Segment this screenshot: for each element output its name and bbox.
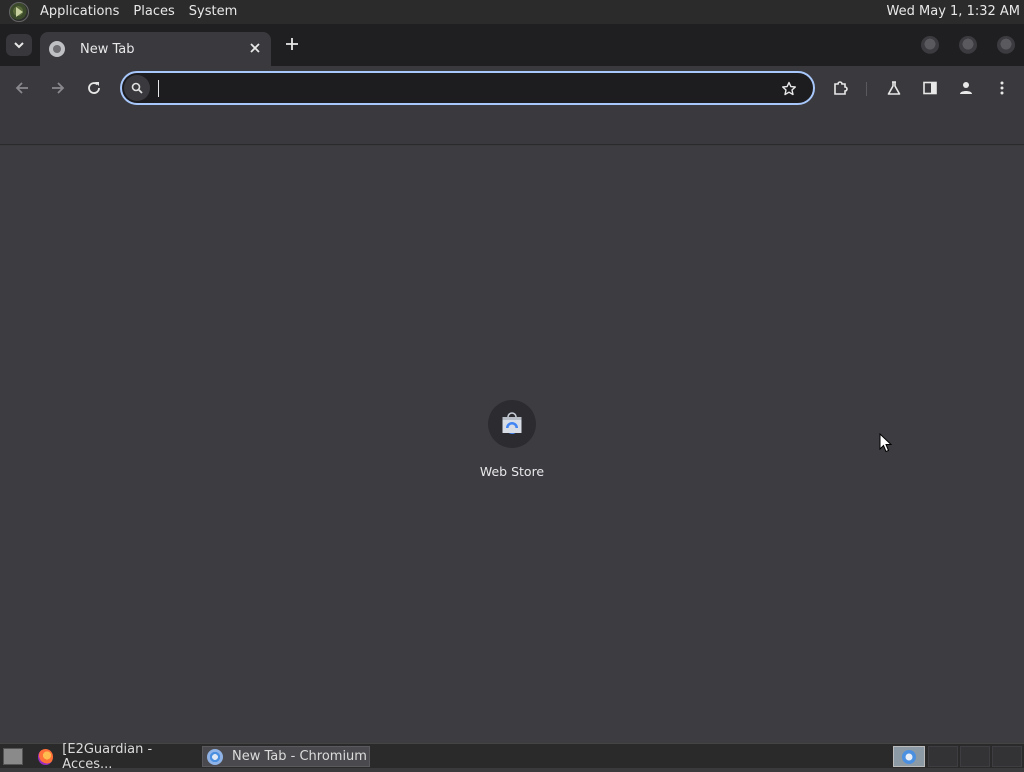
task-label: New Tab - Chromium xyxy=(232,749,367,764)
profile-button[interactable] xyxy=(955,77,977,99)
window-close-button[interactable] xyxy=(997,36,1015,54)
close-icon xyxy=(250,43,260,53)
person-icon xyxy=(960,82,972,94)
mouse-cursor-icon xyxy=(879,433,893,453)
firefox-icon xyxy=(38,748,54,765)
maximize-button[interactable] xyxy=(959,36,977,54)
tray-chromium-icon[interactable] xyxy=(893,746,925,767)
task-label: [E2Guardian - Acces... xyxy=(62,741,153,772)
tab-strip: New Tab xyxy=(0,24,1024,66)
star-icon xyxy=(782,81,796,96)
plus-icon xyxy=(286,38,298,50)
arrow-right-icon xyxy=(52,82,65,94)
minimize-button[interactable] xyxy=(921,36,939,54)
workspace-1[interactable] xyxy=(928,746,958,767)
taskbar: [E2Guardian - Acces... New Tab - Chromiu… xyxy=(0,742,1024,772)
side-panel-button[interactable] xyxy=(919,77,941,99)
toolbar-separator xyxy=(866,82,867,96)
taskbar-item-e2guardian[interactable]: [E2Guardian - Acces... xyxy=(34,742,200,772)
show-desktop-button[interactable] xyxy=(3,748,23,765)
toolbar xyxy=(0,66,1024,110)
new-tab-button[interactable] xyxy=(282,34,302,54)
tab-title: New Tab xyxy=(80,41,135,57)
workspace-2[interactable] xyxy=(960,746,990,767)
workspace-3[interactable] xyxy=(992,746,1022,767)
tab-new-tab[interactable]: New Tab xyxy=(40,32,271,66)
back-button[interactable] xyxy=(10,76,34,100)
web-store-icon xyxy=(488,400,536,448)
address-input[interactable] xyxy=(156,77,766,99)
flask-icon xyxy=(887,81,901,95)
bookmark-star-button[interactable] xyxy=(779,79,799,99)
shortcut-label: Web Store xyxy=(479,464,545,479)
chrome-labs-button[interactable] xyxy=(883,77,905,99)
chevron-down-icon xyxy=(14,42,24,49)
chromium-icon xyxy=(207,748,223,765)
new-tab-page: Web Store xyxy=(0,146,1024,743)
shortcut-web-store[interactable]: Web Store xyxy=(472,400,552,480)
bookmarks-bar xyxy=(0,110,1024,145)
clock[interactable]: Wed May 1, 1:32 AM xyxy=(887,0,1020,24)
top-panel: Applications Places System Wed May 1, 1:… xyxy=(0,0,1024,24)
forward-button[interactable] xyxy=(46,76,70,100)
menu-button[interactable] xyxy=(991,77,1013,99)
kebab-menu-icon xyxy=(1000,81,1004,95)
taskbar-item-chromium[interactable]: New Tab - Chromium xyxy=(202,746,370,767)
globe-icon xyxy=(49,41,65,57)
puzzle-piece-icon xyxy=(834,81,848,95)
extensions-button[interactable] xyxy=(830,77,852,99)
places-menu[interactable]: Places xyxy=(126,0,181,24)
tab-close-button[interactable] xyxy=(247,40,263,56)
reload-button[interactable] xyxy=(82,76,106,100)
applications-menu[interactable]: Applications xyxy=(33,0,126,24)
system-menu[interactable]: System xyxy=(182,0,244,24)
side-panel-icon xyxy=(923,81,937,95)
reload-icon xyxy=(88,82,100,94)
text-caret xyxy=(158,80,159,97)
omnibox[interactable] xyxy=(120,71,815,105)
tab-search-button[interactable] xyxy=(6,34,32,56)
search-icon xyxy=(124,75,150,101)
arrow-left-icon xyxy=(15,82,28,94)
distro-logo-icon[interactable] xyxy=(9,2,29,22)
